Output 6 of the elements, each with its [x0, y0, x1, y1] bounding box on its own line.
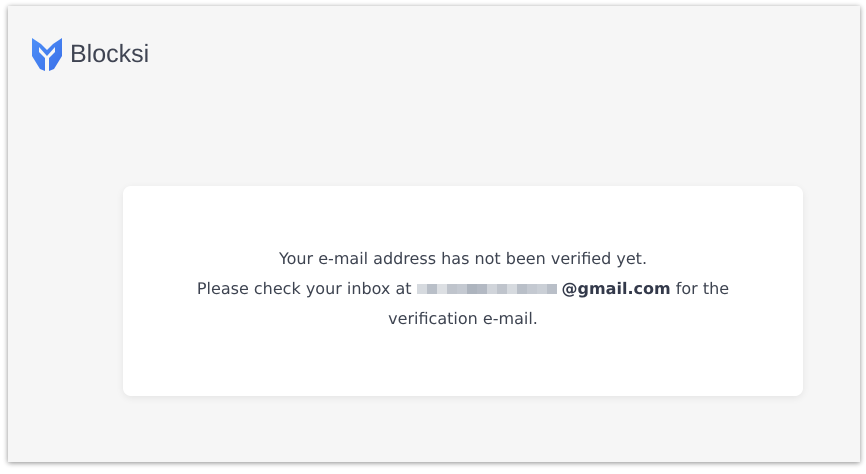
message-text: verification e-mail.	[388, 308, 538, 330]
message-text: Your e-mail address has not been verified yet.	[278, 248, 648, 270]
logo-icon	[30, 36, 64, 72]
message-text: Please check your inbox at	[196, 278, 412, 300]
brand-name: Blocksi	[70, 40, 150, 68]
message-text: @gmail.com for the	[562, 278, 730, 300]
